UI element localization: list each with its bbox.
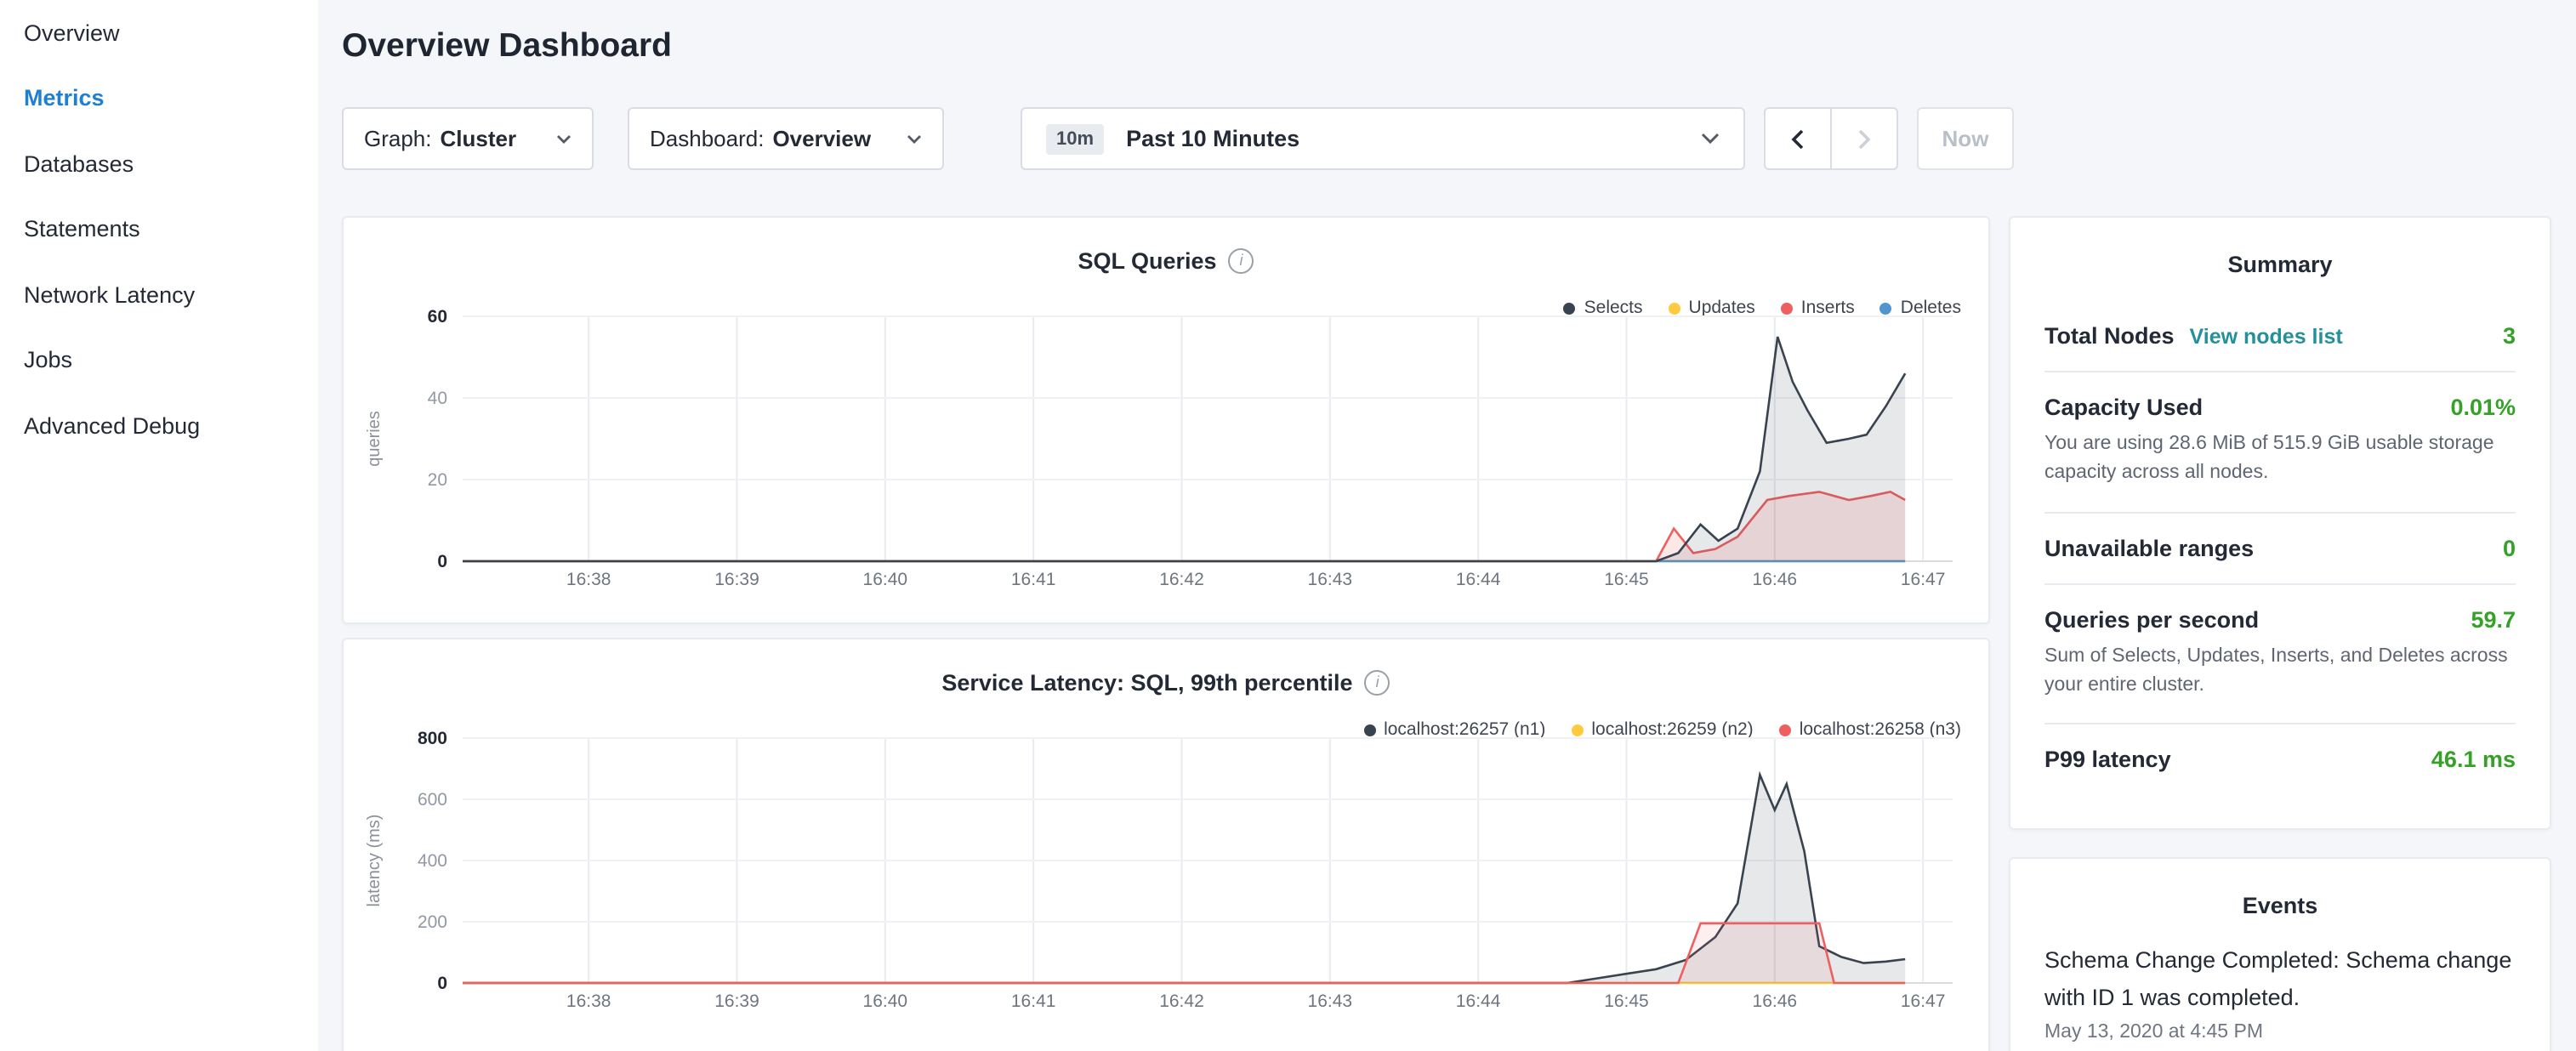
events-panel: Events Schema Change Completed: Schema c… xyxy=(2009,857,2551,1051)
dashboard-dropdown-value: Overview xyxy=(772,126,871,151)
x-axis-tick-label: 16:42 xyxy=(1159,991,1204,1011)
series-area xyxy=(463,337,1905,561)
y-axis-tick-label: 20 xyxy=(428,470,447,490)
event-item: Schema Change Completed: Schema change w… xyxy=(2044,942,2516,1042)
view-nodes-list-link[interactable]: View nodes list xyxy=(2190,325,2343,349)
chevron-left-icon xyxy=(1791,128,1805,149)
dashboard-dropdown-label: Dashboard: xyxy=(650,126,764,151)
series-line xyxy=(463,337,1905,561)
summary-row-value: 46.1 ms xyxy=(2431,747,2516,772)
info-icon[interactable]: i xyxy=(1229,248,1254,274)
summary-row-value: 3 xyxy=(2503,323,2516,349)
graph-dropdown-value: Cluster xyxy=(441,126,517,151)
summary-title: Summary xyxy=(2044,218,2516,301)
events-title: Events xyxy=(2044,859,2516,942)
summary-row-label: P99 latency xyxy=(2044,747,2171,772)
sidebar-item-jobs[interactable]: Jobs xyxy=(0,327,318,393)
x-axis-tick-label: 16:43 xyxy=(1308,570,1353,589)
x-axis-tick-label: 16:38 xyxy=(566,991,611,1011)
y-axis-tick-label: 200 xyxy=(418,912,447,932)
summary-row-label: Queries per second xyxy=(2044,606,2259,632)
x-axis-tick-label: 16:39 xyxy=(714,991,759,1011)
summary-row-queries-per-second: Queries per second 59.7 Sum of Selects, … xyxy=(2044,582,2516,723)
x-axis-tick-label: 16:39 xyxy=(714,570,759,589)
sql-queries-chart-card: SQL Queries i SelectsUpdatesInsertsDelet… xyxy=(342,216,1990,624)
time-window-badge: 10m xyxy=(1046,123,1104,154)
x-axis-tick-label: 16:38 xyxy=(566,570,611,589)
time-next-button[interactable] xyxy=(1830,107,1898,170)
y-axis-tick-label: 0 xyxy=(437,552,447,571)
y-axis-tick-label: 0 xyxy=(437,974,447,993)
summary-row-total-nodes: Total Nodes View nodes list 3 xyxy=(2044,301,2516,371)
chevron-down-icon xyxy=(543,134,571,144)
graph-dropdown[interactable]: Graph: Cluster xyxy=(342,107,594,170)
x-axis-tick-label: 16:45 xyxy=(1604,991,1649,1011)
y-axis-tick-label: 400 xyxy=(418,851,447,871)
chevron-right-icon xyxy=(1857,128,1871,149)
summary-row-value: 0.01% xyxy=(2450,395,2516,420)
chevron-down-icon xyxy=(893,134,922,144)
event-message: Schema Change Completed: Schema change w… xyxy=(2044,942,2516,1015)
summary-row-p99-latency: P99 latency 46.1 ms xyxy=(2044,723,2516,794)
sidebar-item-network-latency[interactable]: Network Latency xyxy=(0,262,318,327)
x-axis-tick-label: 16:40 xyxy=(863,991,908,1011)
sidebar-item-statements[interactable]: Statements xyxy=(0,196,318,262)
sidebar-item-databases[interactable]: Databases xyxy=(0,131,318,196)
time-range-dropdown[interactable]: 10m Past 10 Minutes xyxy=(1021,107,1745,170)
summary-row-description: Sum of Selects, Updates, Inserts, and De… xyxy=(2044,642,2516,701)
x-axis-tick-label: 16:41 xyxy=(1011,570,1056,589)
x-axis-tick-label: 16:41 xyxy=(1011,991,1056,1011)
x-axis-tick-label: 16:46 xyxy=(1753,991,1798,1011)
sidebar-item-metrics[interactable]: Metrics xyxy=(0,65,318,131)
summary-row-value: 59.7 xyxy=(2471,606,2516,632)
dashboard-dropdown[interactable]: Dashboard: Overview xyxy=(628,107,944,170)
x-axis-tick-label: 16:46 xyxy=(1753,570,1798,589)
time-range-label: Past 10 Minutes xyxy=(1126,126,1299,151)
chart-title: SQL Queries xyxy=(1078,248,1216,274)
chevron-down-icon xyxy=(1701,133,1720,145)
chart-title: Service Latency: SQL, 99th percentile xyxy=(941,670,1352,696)
summary-row-unavailable-ranges: Unavailable ranges 0 xyxy=(2044,511,2516,582)
x-axis-tick-label: 16:44 xyxy=(1456,991,1501,1011)
graph-dropdown-label: Graph: xyxy=(364,126,432,151)
x-axis-tick-label: 16:40 xyxy=(863,570,908,589)
y-axis-title: latency (ms) xyxy=(365,815,384,907)
sidebar: Overview Metrics Databases Statements Ne… xyxy=(0,0,318,1051)
service-latency-chart[interactable]: 16:38 16:39 16:40 16:41 16:42 16:43 16:44 16:45… xyxy=(357,728,1973,1020)
summary-row-capacity-used: Capacity Used 0.01% You are using 28.6 M… xyxy=(2044,371,2516,511)
sidebar-item-advanced-debug[interactable]: Advanced Debug xyxy=(0,393,318,458)
x-axis-tick-label: 16:45 xyxy=(1604,570,1649,589)
now-button[interactable]: Now xyxy=(1917,107,2014,170)
event-timestamp: May 13, 2020 at 4:45 PM xyxy=(2044,1022,2516,1042)
x-axis-tick-label: 16:47 xyxy=(1901,570,1946,589)
summary-row-description: You are using 28.6 MiB of 515.9 GiB usab… xyxy=(2044,430,2516,489)
x-axis-tick-label: 16:47 xyxy=(1901,991,1946,1011)
sql-queries-chart[interactable]: 16:38 16:39 16:40 16:41 16:42 16:43 16:44 16:45… xyxy=(357,306,1973,599)
service-latency-chart-card: Service Latency: SQL, 99th percentile i … xyxy=(342,638,1990,1051)
y-axis-tick-label: 600 xyxy=(418,790,447,810)
summary-panel: Summary Total Nodes View nodes list 3 Cap… xyxy=(2009,216,2551,830)
app-root: Overview Metrics Databases Statements Ne… xyxy=(0,0,2576,1051)
x-axis-tick-label: 16:44 xyxy=(1456,570,1501,589)
sidebar-item-overview[interactable]: Overview xyxy=(0,0,318,65)
x-axis-tick-label: 16:43 xyxy=(1308,991,1353,1011)
page-title: Overview Dashboard xyxy=(342,26,672,66)
info-icon[interactable]: i xyxy=(1365,670,1390,696)
time-prev-button[interactable] xyxy=(1764,107,1832,170)
summary-row-label: Total Nodes xyxy=(2044,323,2175,349)
summary-row-label: Unavailable ranges xyxy=(2044,535,2254,560)
y-axis-tick-label: 40 xyxy=(428,389,447,408)
y-axis-tick-label: 60 xyxy=(428,307,447,327)
y-axis-tick-label: 800 xyxy=(418,729,447,748)
x-axis-tick-label: 16:42 xyxy=(1159,570,1204,589)
summary-row-value: 0 xyxy=(2503,535,2516,560)
y-axis-title: queries xyxy=(365,411,384,467)
summary-row-label: Capacity Used xyxy=(2044,395,2203,420)
